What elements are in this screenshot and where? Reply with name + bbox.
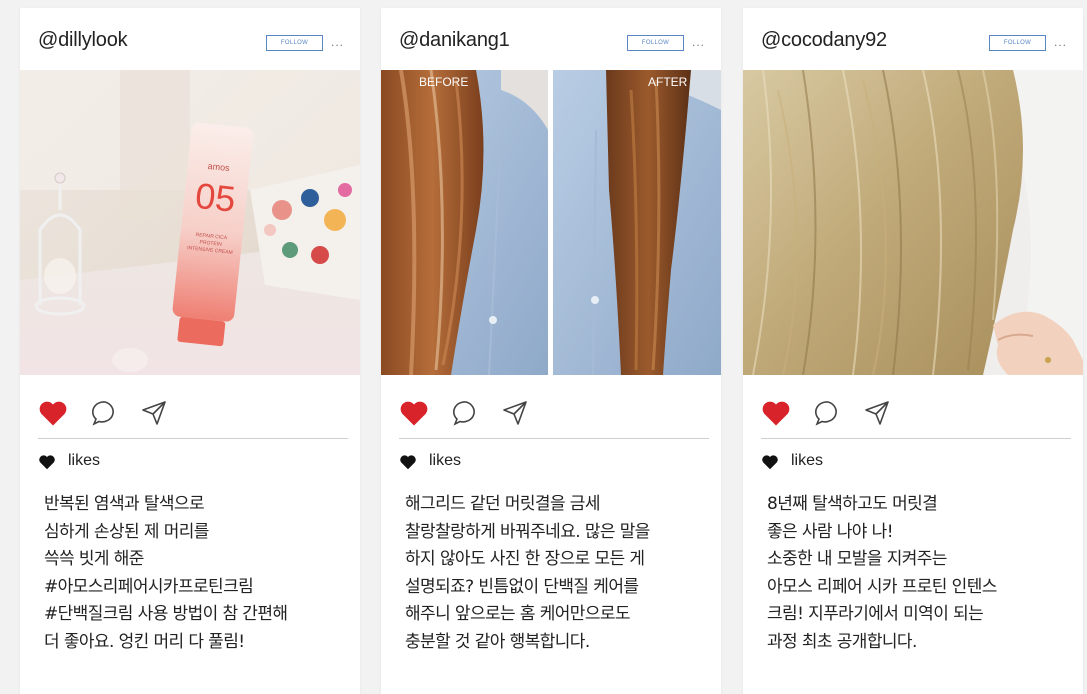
post-photo-blonde-hair[interactable] xyxy=(743,70,1083,375)
photo-illustration: amos 05 REPAIR CICA PROTEIN INTENSIVE CR… xyxy=(20,70,360,375)
post-username[interactable]: @danikang1 xyxy=(399,29,510,52)
photo-illustration: BEFORE AFTER xyxy=(381,70,721,375)
tube-number: 05 xyxy=(193,175,237,220)
follow-button[interactable]: FOLLOW xyxy=(627,35,684,51)
like-heart-icon[interactable] xyxy=(38,399,68,432)
like-heart-icon[interactable] xyxy=(399,399,429,432)
post-header: @cocodany92 FOLLOW ... xyxy=(743,8,1083,70)
like-heart-icon[interactable] xyxy=(761,399,791,432)
post-caption: 반복된 염색과 탈색으로 심하게 손상된 제 머리를 쓱쓱 빗게 해준 #아모스… xyxy=(44,494,288,652)
follow-button[interactable]: FOLLOW xyxy=(989,35,1046,51)
likes-heart-icon xyxy=(761,454,779,475)
likes-label[interactable]: likes xyxy=(791,452,823,470)
share-icon[interactable] xyxy=(501,399,529,432)
post-photo-cream-tube[interactable]: amos 05 REPAIR CICA PROTEIN INTENSIVE CR… xyxy=(20,70,360,375)
follow-button[interactable]: FOLLOW xyxy=(266,35,323,51)
divider xyxy=(761,438,1071,439)
post-caption: 8년째 탈색하고도 머릿결 좋은 사람 나야 나! 소중한 내 모발을 지켜주는… xyxy=(767,494,997,652)
before-label: BEFORE xyxy=(419,75,468,89)
comment-icon[interactable] xyxy=(452,399,480,432)
post-card: @cocodany92 FOLLOW ... likes 8년째 탈색하고도 머… xyxy=(743,8,1083,694)
post-card: @danikang1 FOLLOW ... BEFORE AFTER likes… xyxy=(381,8,721,694)
post-actions xyxy=(761,399,1083,427)
more-options-button[interactable]: ... xyxy=(1054,36,1067,48)
likes-label[interactable]: likes xyxy=(429,452,461,470)
post-username[interactable]: @cocodany92 xyxy=(761,29,887,52)
post-card: @dillylook FOLLOW ... amos 05 REPAIR CIC… xyxy=(20,8,360,694)
post-photo-before-after[interactable]: BEFORE AFTER xyxy=(381,70,721,375)
post-actions xyxy=(38,399,360,427)
more-options-button[interactable]: ... xyxy=(692,36,705,48)
post-caption: 해그리드 같던 머릿결을 금세 찰랑찰랑하게 바꿔주네요. 많은 말을 하지 않… xyxy=(405,494,650,652)
after-label: AFTER xyxy=(648,75,688,89)
comment-icon[interactable] xyxy=(91,399,119,432)
comment-icon[interactable] xyxy=(814,399,842,432)
likes-heart-icon xyxy=(38,454,56,475)
post-header: @danikang1 FOLLOW ... xyxy=(381,8,721,70)
post-username[interactable]: @dillylook xyxy=(38,29,128,52)
share-icon[interactable] xyxy=(140,399,168,432)
photo-illustration xyxy=(743,70,1083,375)
likes-heart-icon xyxy=(399,454,417,475)
post-header: @dillylook FOLLOW ... xyxy=(20,8,360,70)
divider xyxy=(38,438,348,439)
more-options-button[interactable]: ... xyxy=(331,36,344,48)
share-icon[interactable] xyxy=(863,399,891,432)
post-actions xyxy=(399,399,721,427)
divider xyxy=(399,438,709,439)
likes-label[interactable]: likes xyxy=(68,452,100,470)
